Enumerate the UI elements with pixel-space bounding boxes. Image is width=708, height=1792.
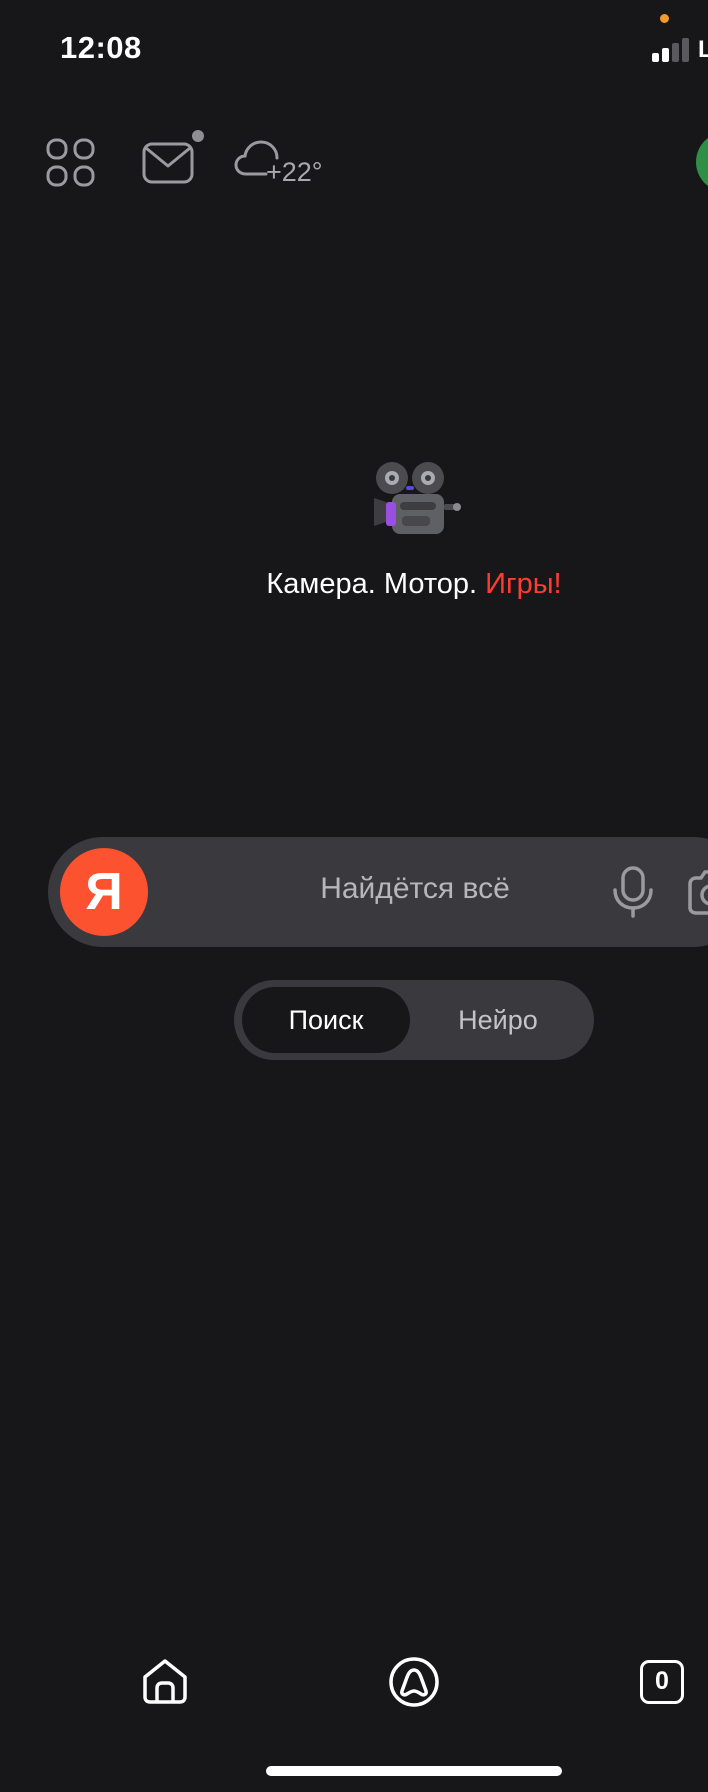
promo-banner-text[interactable]: Камера. Мотор. Игры! [0,568,708,601]
alice-icon[interactable] [388,1656,440,1708]
privacy-indicator-dot [660,14,669,23]
home-indicator[interactable] [266,1766,562,1776]
browser-home-screen: 12:08 L +22° Камера. Мотор. Игры! Я Найд… [0,0,708,1792]
home-icon[interactable] [142,1658,188,1704]
status-time: 12:08 [60,30,142,65]
temperature-label[interactable]: +22° [266,157,323,188]
yandex-logo-button[interactable]: Я [60,848,148,936]
cellular-signal-icon [652,38,689,62]
search-input-placeholder[interactable]: Найдётся всё [300,872,530,906]
camera-icon[interactable] [686,868,708,916]
yandex-logo-letter: Я [85,863,123,921]
movie-camera-icon[interactable] [366,460,462,542]
search-mode-switch: Поиск Нейро [234,980,594,1060]
avatar[interactable] [696,132,708,192]
carrier-label: L [698,36,708,63]
mail-unread-badge [192,130,204,142]
tab-search[interactable]: Поиск [242,987,410,1053]
promo-text-accent: Игры! [485,568,562,600]
microphone-icon[interactable] [610,866,656,918]
tabs-count: 0 [655,1667,669,1695]
mail-icon[interactable] [142,142,194,184]
tab-neuro[interactable]: Нейро [410,987,586,1053]
promo-text-plain: Камера. Мотор. [266,568,486,600]
tabs-button[interactable]: 0 [640,1660,684,1704]
services-grid-icon[interactable] [46,138,96,188]
